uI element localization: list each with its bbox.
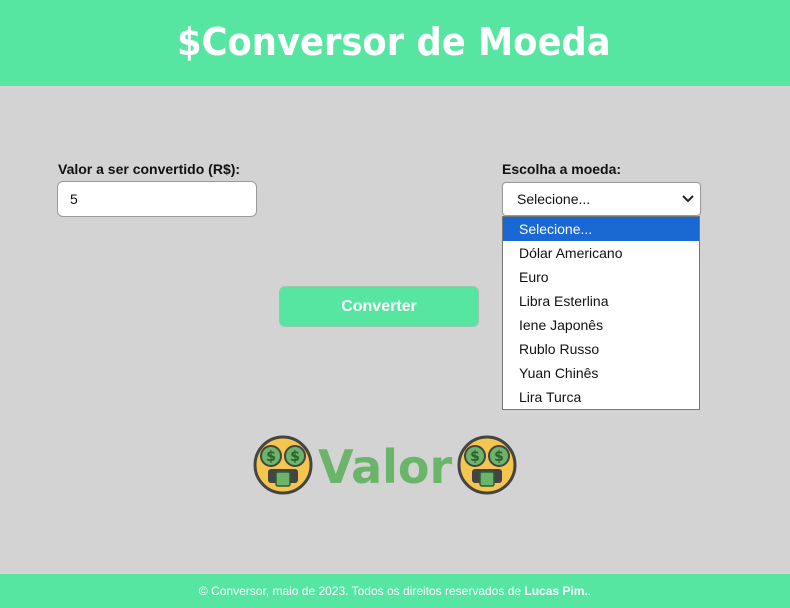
currency-option[interactable]: Iene Japonês [503,313,699,337]
page-header: $Conversor de Moeda [0,0,790,86]
currency-option[interactable]: Euro [503,265,699,289]
currency-option[interactable]: Selecione... [503,217,699,241]
currency-dropdown: Selecione... Dólar Americano Euro Libra … [502,216,700,410]
currency-select[interactable]: Selecione... [502,182,701,216]
currency-option[interactable]: Yuan Chinês [503,361,699,385]
result-display: $ $ Valor $ $ [252,434,517,501]
currency-label: Escolha a moeda: [502,161,622,177]
convert-button[interactable]: Converter [279,286,479,327]
currency-option[interactable]: Rublo Russo [503,337,699,361]
currency-select-value: Selecione... [517,191,591,207]
money-mouth-face-icon: $ $ [252,434,314,501]
amount-input[interactable]: 5 [57,181,257,217]
currency-option[interactable]: Dólar Americano [503,241,699,265]
svg-text:$: $ [266,449,276,465]
page-title: $Conversor de Moeda [177,20,611,64]
currency-option[interactable]: Libra Esterlina [503,289,699,313]
amount-label: Valor a ser convertido (R$): [58,161,241,177]
footer-author: Lucas Pim. [524,584,588,598]
result-value: Valor [318,440,453,494]
currency-option[interactable]: Lira Turca [503,385,699,409]
svg-text:$: $ [494,449,504,465]
svg-text:$: $ [290,449,300,465]
money-mouth-face-icon: $ $ [456,434,518,501]
page-footer: © Conversor, maio de 2023. Todos os dire… [0,574,790,608]
footer-suffix: . [587,584,592,598]
footer-text: © Conversor, maio de 2023. Todos os dire… [198,584,525,598]
svg-text:$: $ [470,449,480,465]
